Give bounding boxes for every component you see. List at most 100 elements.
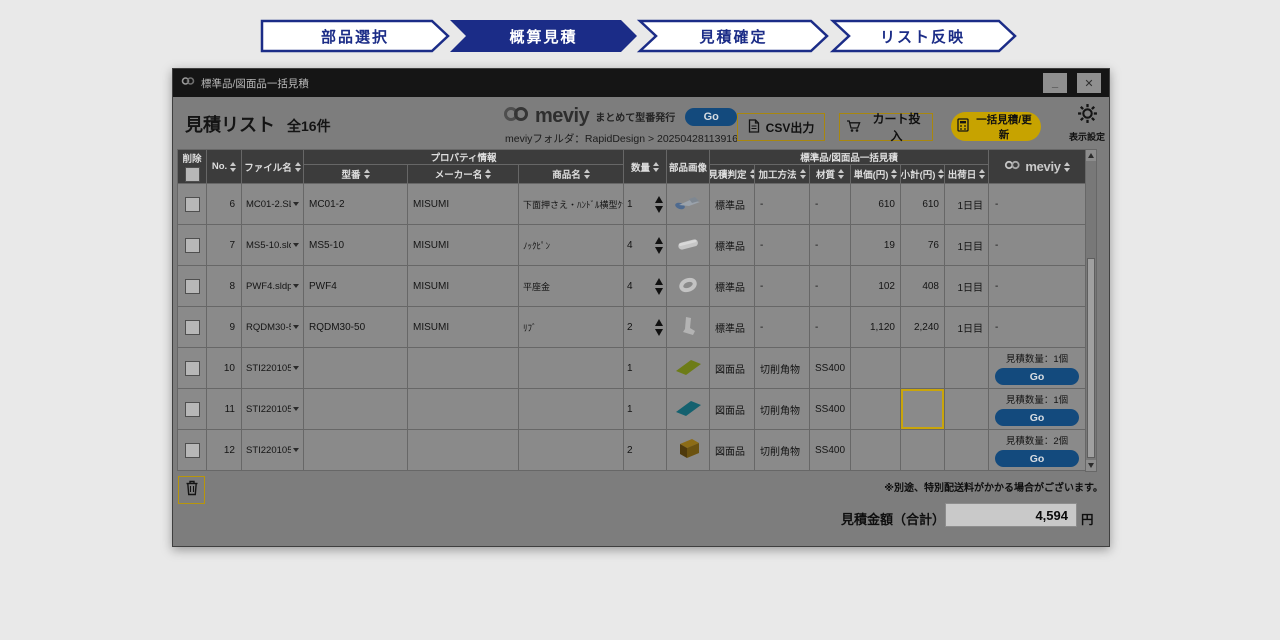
cell-material: - xyxy=(810,266,851,307)
meviy-go-button[interactable]: Go xyxy=(995,450,1079,467)
dropdown-arrow-icon[interactable] xyxy=(293,407,299,411)
cell-product-name xyxy=(519,348,624,389)
display-settings-button[interactable]: 表示設定 xyxy=(1066,103,1108,143)
quantity-stepper[interactable] xyxy=(655,319,663,336)
screen: 部品選択 概算見積 見積確定 リスト反映 標準品/図面品一括見積 _ ✕ 見積リ… xyxy=(0,0,1280,640)
cell-file-name[interactable]: MC01-2.SLD xyxy=(242,184,304,225)
trash-icon xyxy=(185,480,199,501)
stepper-down-icon[interactable] xyxy=(655,288,663,295)
total-amount-value: 4,594 xyxy=(945,503,1077,527)
cell-no: 6 xyxy=(207,184,242,225)
stepper-up-icon[interactable] xyxy=(655,196,663,203)
meviy-go-button[interactable]: Go xyxy=(995,368,1079,385)
dropdown-arrow-icon[interactable] xyxy=(293,243,299,247)
dropdown-arrow-icon[interactable] xyxy=(293,202,299,206)
stepper-step-rough-quote[interactable]: 概算見積 xyxy=(450,19,637,53)
sort-icon[interactable] xyxy=(653,162,659,172)
row-checkbox[interactable] xyxy=(185,197,200,212)
meviy-go-button[interactable]: Go xyxy=(995,409,1079,426)
cell-model-number: PWF4 xyxy=(304,266,408,307)
stepper-step-confirm[interactable]: 見積確定 xyxy=(640,19,827,53)
cell-file-name[interactable]: PWF4.sldprt xyxy=(242,266,304,307)
sort-icon[interactable] xyxy=(750,169,755,179)
stepper-up-icon[interactable] xyxy=(655,237,663,244)
brand-go-button[interactable]: Go xyxy=(685,108,737,126)
quantity-value: 1 xyxy=(627,404,633,415)
row-checkbox[interactable] xyxy=(185,279,200,294)
cell-file-name[interactable]: MS5-10.sldp xyxy=(242,225,304,266)
total-amount-label: 見積金額（合計） xyxy=(841,509,945,528)
cell-subtotal: 76 xyxy=(901,225,945,266)
workflow-stepper: 部品選択 概算見積 見積確定 リスト反映 xyxy=(260,19,1020,53)
cell-file-name[interactable]: STI2201056- xyxy=(242,348,304,389)
window-title: 標準品/図面品一括見積 xyxy=(201,76,309,91)
minimize-button[interactable]: _ xyxy=(1043,73,1067,93)
column-part-image: 部品画像 xyxy=(667,150,710,184)
file-name-text: STI2201056- xyxy=(246,404,291,415)
sort-icon[interactable] xyxy=(938,169,944,179)
sort-down-icon xyxy=(979,175,985,179)
select-all-checkbox[interactable] xyxy=(185,167,200,182)
scroll-down-arrow-icon[interactable] xyxy=(1086,460,1096,471)
cell-process-method: 切削角物 xyxy=(755,348,810,389)
csv-export-button[interactable]: CSV出力 xyxy=(737,113,825,141)
row-checkbox[interactable] xyxy=(185,402,200,417)
sort-up-icon xyxy=(1064,162,1070,166)
quote-table: 削除No.ファイル名プロパティ情報数量部品画像標準品/図面品一括見積meviy型… xyxy=(177,149,1086,471)
stepper-down-icon[interactable] xyxy=(655,247,663,254)
cell-product-name: 下面押さえ・ﾊﾝﾄﾞﾙ横型ｸﾗﾝﾌﾟ xyxy=(519,184,624,225)
sort-icon[interactable] xyxy=(891,169,897,179)
row-checkbox[interactable] xyxy=(185,361,200,376)
cell-product-name xyxy=(519,430,624,471)
row-checkbox[interactable] xyxy=(185,238,200,253)
dropdown-arrow-icon[interactable] xyxy=(293,448,299,452)
stepper-up-icon[interactable] xyxy=(655,319,663,326)
stepper-step-reflect[interactable]: リスト反映 xyxy=(830,19,1015,53)
meviy-quote-quantity: 見積数量：1個 xyxy=(1006,351,1068,365)
cell-meviy: 見積数量：1個Go xyxy=(989,389,1086,430)
sort-icon[interactable] xyxy=(364,169,370,179)
stepper-down-icon[interactable] xyxy=(655,329,663,336)
sort-icon[interactable] xyxy=(838,169,844,179)
sort-up-icon xyxy=(800,169,806,173)
file-name-text: PWF4.sldprt xyxy=(246,281,291,292)
table-row: 11STI2201056-1図面品切削角物SS400見積数量：1個Go xyxy=(178,389,1086,430)
add-to-cart-button[interactable]: カート投入 xyxy=(839,113,933,141)
close-button[interactable]: ✕ xyxy=(1077,73,1101,93)
sort-icon[interactable] xyxy=(800,169,806,179)
cell-process-method: - xyxy=(755,266,810,307)
sort-icon[interactable] xyxy=(485,169,491,179)
delete-selected-button[interactable] xyxy=(178,476,205,504)
total-count: 全16件 xyxy=(287,118,331,134)
dropdown-arrow-icon[interactable] xyxy=(293,284,299,288)
dropdown-arrow-icon[interactable] xyxy=(293,325,299,329)
sort-icon[interactable] xyxy=(1064,162,1070,172)
part-image xyxy=(673,411,703,422)
scroll-up-arrow-icon[interactable] xyxy=(1086,150,1096,161)
batch-quote-button[interactable]: 一括見積/更新 xyxy=(951,112,1041,141)
column-label: 加工方法 xyxy=(758,167,796,181)
stepper-down-icon[interactable] xyxy=(655,206,663,213)
cell-maker-name xyxy=(408,430,519,471)
sort-icon[interactable] xyxy=(584,169,590,179)
quantity-stepper[interactable] xyxy=(655,237,663,254)
cell-file-name[interactable]: STI2201056- xyxy=(242,389,304,430)
column-label: 削除 xyxy=(182,151,201,165)
cell-file-name[interactable]: STI2201056- xyxy=(242,430,304,471)
sort-icon[interactable] xyxy=(979,169,985,179)
dropdown-arrow-icon[interactable] xyxy=(293,366,299,370)
cell-unit-price: 1,120 xyxy=(851,307,901,348)
cell-file-name[interactable]: RQDM30-5C xyxy=(242,307,304,348)
quantity-stepper[interactable] xyxy=(655,278,663,295)
sort-icon[interactable] xyxy=(230,162,236,172)
column-material: 材質 xyxy=(810,165,851,184)
scrollbar-thumb[interactable] xyxy=(1087,258,1095,458)
quantity-stepper[interactable] xyxy=(655,196,663,213)
row-checkbox[interactable] xyxy=(185,320,200,335)
stepper-step-parts[interactable]: 部品選択 xyxy=(260,19,450,53)
row-checkbox[interactable] xyxy=(185,443,200,458)
vertical-scrollbar[interactable] xyxy=(1085,149,1097,472)
stepper-up-icon[interactable] xyxy=(655,278,663,285)
sort-icon[interactable] xyxy=(295,162,301,172)
cell-maker-name: MISUMI xyxy=(408,266,519,307)
